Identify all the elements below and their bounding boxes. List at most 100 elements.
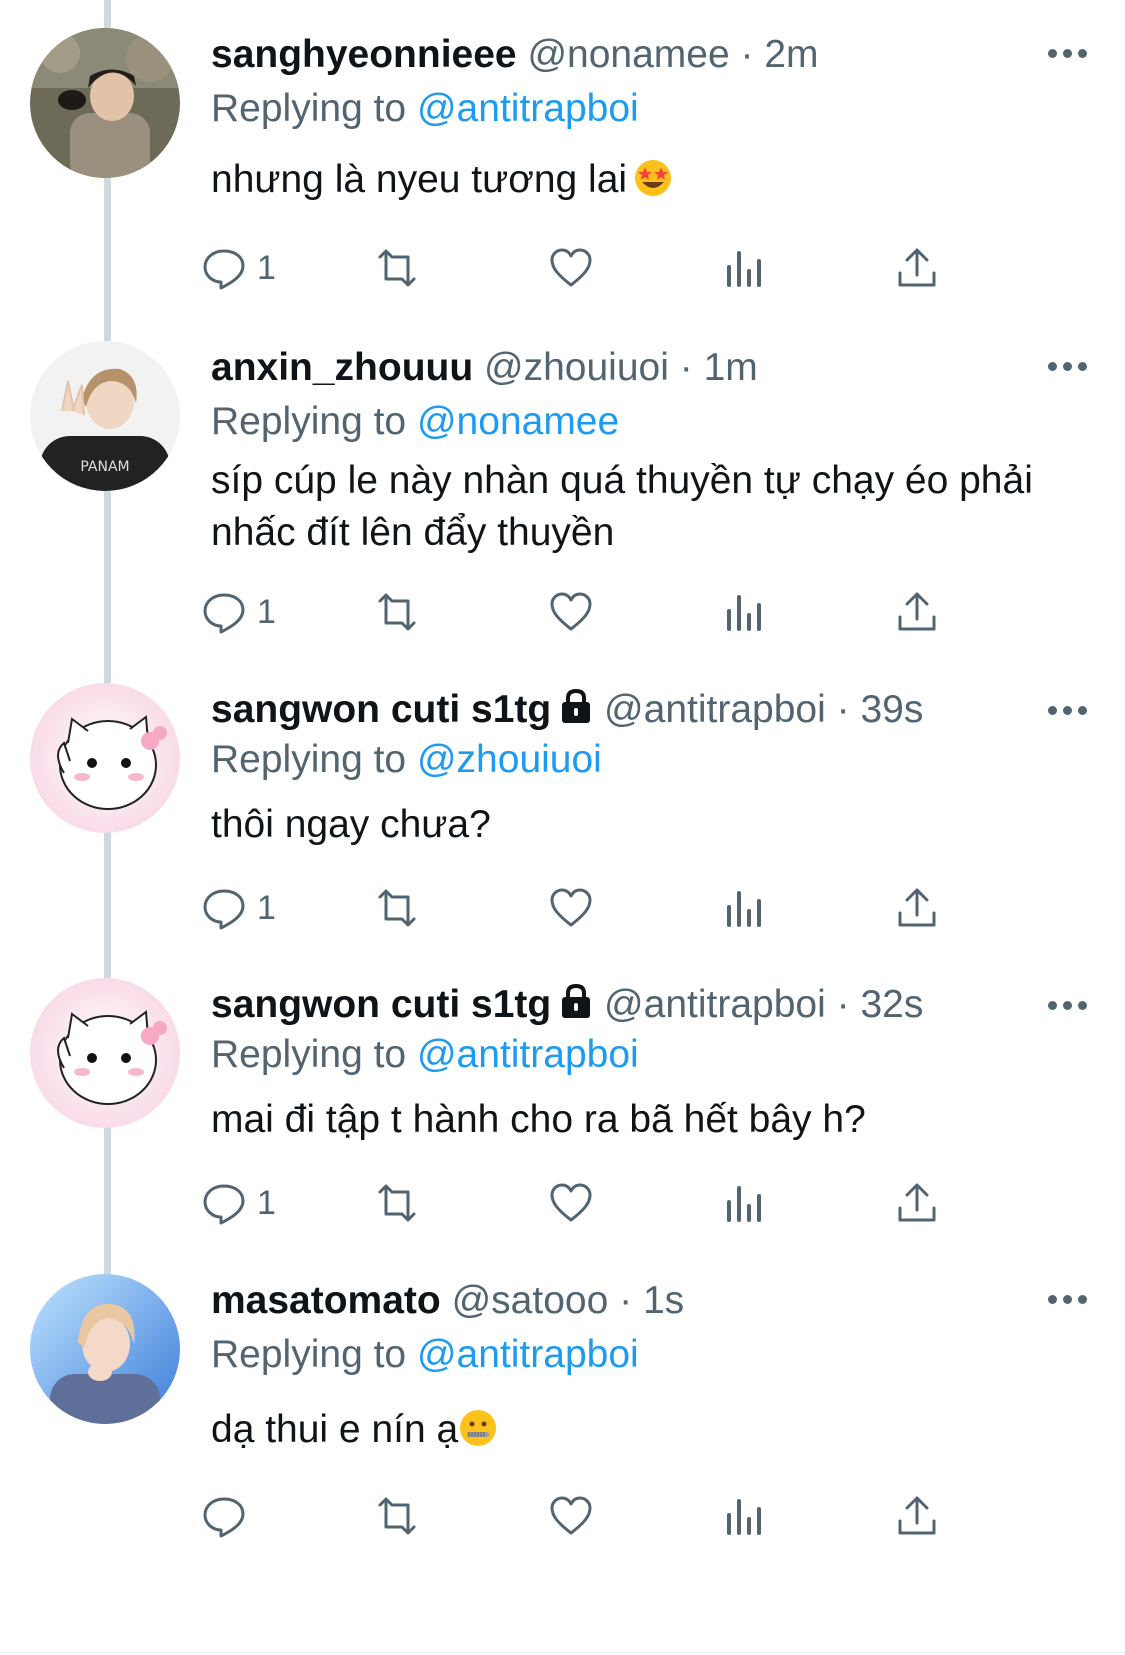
mention-link[interactable]: @antitrapboi [417,1333,639,1376]
heart-icon [550,1183,592,1222]
analytics-icon [727,1499,761,1535]
avatar[interactable] [30,683,180,833]
reply-button[interactable]: 1 [201,1173,276,1233]
like-button[interactable] [548,878,594,938]
heart-icon [550,888,592,927]
heart-icon [550,248,592,287]
avatar[interactable] [30,28,180,178]
tweet[interactable]: PANAM anxin_zhouuu @zhouiuoi · 1m Replyi… [0,341,1125,671]
reply-button[interactable] [201,1486,257,1546]
tweet-text: nhưng là nyeu tương lai [211,154,1081,212]
display-name[interactable]: anxin_zhouuu [211,346,473,389]
tweet-actions: 1 [203,1173,1011,1233]
share-button[interactable] [894,878,940,938]
retweet-icon [378,1497,416,1535]
tweet-text-content: síp cúp le này nhàn quá thuyền tự chạy é… [211,459,1033,554]
tweet-text-content: thôi ngay chưa? [211,803,491,846]
retweet-button[interactable] [374,1173,420,1233]
more-options-icon[interactable] [1048,685,1087,735]
tweet-header: sangwon cuti s1tg @antitrapboi · 32s [211,980,1085,1030]
lock-icon [559,982,593,1032]
timestamp[interactable]: 2m [764,33,818,76]
share-icon [898,1183,936,1222]
reply-count: 1 [257,888,276,927]
views-button[interactable] [721,1486,767,1546]
display-name[interactable]: sangwon cuti s1tg [211,983,551,1026]
heart-icon [550,1496,592,1535]
retweet-button[interactable] [374,238,420,298]
like-button[interactable] [548,582,594,642]
mention-link[interactable]: @zhouiuoi [417,738,602,781]
avatar[interactable] [30,1274,180,1424]
retweet-icon [378,593,416,631]
replying-to: Replying to @antitrapboi [211,84,639,134]
tweet-header: masatomato @satooo · 1s [211,1276,1085,1326]
reply-icon [203,593,245,634]
avatar[interactable] [30,978,180,1128]
tweet[interactable]: sanghyeonnieee @nonamee · 2m Replying to… [0,28,1125,328]
avatar[interactable]: PANAM [30,341,180,491]
username[interactable]: @antitrapboi [604,983,826,1026]
username[interactable]: @antitrapboi [604,688,826,731]
tweet-text: thôi ngay chưa? [211,799,1081,851]
separator: · [679,346,693,389]
views-button[interactable] [721,582,767,642]
share-button[interactable] [894,1173,940,1233]
timestamp[interactable]: 32s [860,983,923,1026]
tweet[interactable]: sangwon cuti s1tg @antitrapboi · 32s Rep… [0,978,1125,1263]
share-button[interactable] [894,1486,940,1546]
retweet-icon [378,1184,416,1222]
reply-icon [203,249,245,290]
tweet-text: mai đi tập t hành cho ra bã hết bây h? [211,1094,1081,1146]
share-icon [898,592,936,631]
tweet-header: sanghyeonnieee @nonamee · 2m [211,30,1085,80]
timestamp[interactable]: 1m [704,346,758,389]
replying-label: Replying to [211,738,407,781]
more-options-icon[interactable] [1048,980,1087,1030]
like-button[interactable] [548,1486,594,1546]
like-button[interactable] [548,1173,594,1233]
retweet-button[interactable] [374,1486,420,1546]
more-options-icon[interactable] [1048,341,1087,391]
retweet-button[interactable] [374,878,420,938]
replying-label: Replying to [211,400,407,443]
tweet[interactable]: masatomato @satooo · 1s Replying to @ant… [0,1274,1125,1574]
share-button[interactable] [894,582,940,642]
display-name[interactable]: sanghyeonnieee [211,33,517,76]
more-options-icon[interactable] [1048,1274,1087,1324]
reply-count: 1 [257,248,276,287]
views-button[interactable] [721,238,767,298]
tweet[interactable]: sangwon cuti s1tg @antitrapboi · 39s Rep… [0,683,1125,968]
heart-icon [550,592,592,631]
mention-link[interactable]: @nonamee [417,400,619,443]
tweet-text-content: dạ thui e nín ạ [211,1408,459,1451]
mention-link[interactable]: @antitrapboi [417,1033,639,1076]
tweet-text: dạ thui e nín ạ [211,1404,1081,1462]
share-button[interactable] [894,238,940,298]
separator: · [836,983,850,1026]
more-options-icon[interactable] [1048,28,1087,78]
mention-link[interactable]: @antitrapboi [417,87,639,130]
reply-button[interactable]: 1 [201,878,276,938]
replying-label: Replying to [211,1333,407,1376]
username[interactable]: @zhouiuoi [484,346,669,389]
display-name[interactable]: sangwon cuti s1tg [211,688,551,731]
tweet-actions [203,1486,1011,1546]
username[interactable]: @satooo [452,1279,609,1322]
timestamp[interactable]: 39s [860,688,923,731]
username[interactable]: @nonamee [527,33,729,76]
timestamp[interactable]: 1s [643,1279,684,1322]
tweet-actions: 1 [203,238,1011,298]
share-icon [898,1496,936,1535]
tweet-actions: 1 [203,878,1011,938]
replying-label: Replying to [211,1033,407,1076]
reply-button[interactable]: 1 [201,582,276,642]
retweet-button[interactable] [374,582,420,642]
like-button[interactable] [548,238,594,298]
views-button[interactable] [721,1173,767,1233]
display-name[interactable]: masatomato [211,1279,441,1322]
separator: · [619,1279,633,1322]
views-button[interactable] [721,878,767,938]
reply-button[interactable]: 1 [201,238,276,298]
separator: · [740,33,754,76]
